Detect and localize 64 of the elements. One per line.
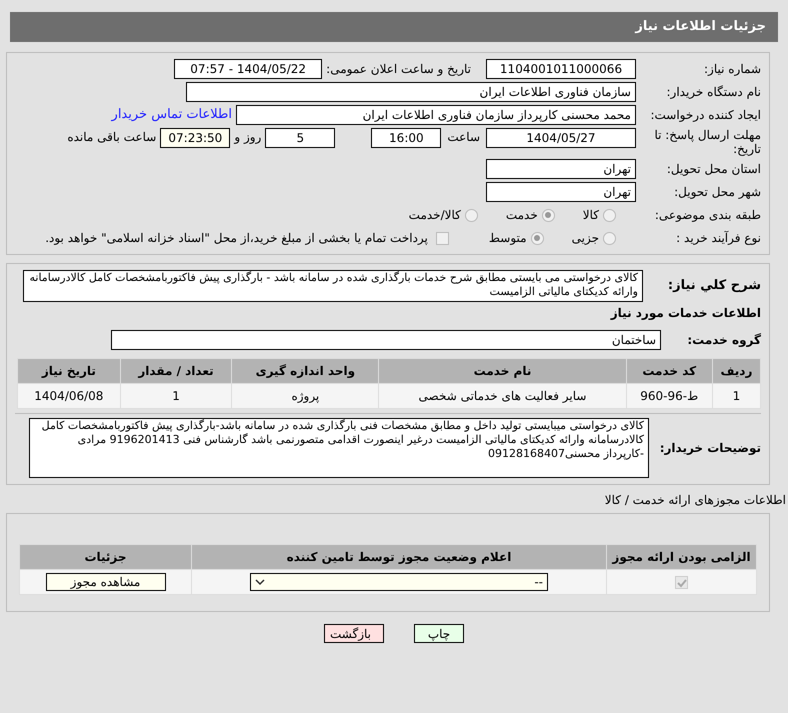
field-label: شهر محل تحویل: [673,184,761,201]
field-label: شماره نیاز: [703,61,761,78]
field-label: کالا/خدمت [408,207,461,224]
radio-button[interactable] [603,232,616,244]
radio-button[interactable] [530,232,544,244]
radio-button[interactable] [542,208,555,222]
radio-button[interactable] [464,208,478,222]
field-label: پرداخت تمام یا بخشی از مبلغ خرید،از محل "اسناد خزانه اسلامی" خواهد بود. [45,230,428,247]
field-label: شرح کلي نیاز: [666,277,761,296]
field-label: ایجاد کننده درخواست: [649,107,761,124]
table-cell: پروژه [232,384,379,408]
table-cell: سایر فعالیت های خدماتی شخصی [378,384,626,408]
field-label: توضیحات خریدار: [658,440,761,457]
table-cell: ط-96-960 [626,384,712,408]
column-header: ردیف [712,358,760,384]
field-label: روز و [234,129,262,146]
column-header: اعلام وضعیت مجوز توسط تامین کننده [192,544,606,570]
city-field: تهران [486,182,636,202]
field-label: گروه خدمت: [686,332,761,349]
column-header: کد خدمت [626,358,712,384]
buyer-org-field: سازمان فناوری اطلاعات ایران [186,82,636,102]
field-label: کالا [582,207,599,224]
days-field: 5 [265,128,336,148]
view-permit-button[interactable]: مشاهده مجوز [46,573,166,591]
remaining-time-field: 07:23:50 [160,128,230,148]
table-cell: 1 [120,384,232,408]
announce-date-field: 1404/05/22 - 07:57 [174,59,322,79]
need-number-field: 1104001011000066 [486,59,636,79]
back-button[interactable]: بازگشت [324,624,384,643]
field-label: مهلت ارسال پاسخ: تا تاریخ: [653,128,761,156]
field-label: استان محل تحویل: [666,161,761,178]
field-label: تاریخ و ساعت اعلان عمومی: [326,61,471,78]
chevron-down-icon [255,578,265,586]
field-label: نام دستگاه خریدار: [666,84,761,101]
print-button[interactable]: چاپ [414,624,464,643]
column-header: واحد اندازه گیری [232,358,379,384]
field-label: ساعت باقی مانده [67,129,156,146]
column-header: نام خدمت [378,358,626,384]
buyer-contact-link[interactable]: اطلاعات تماس خریدار [112,105,232,125]
payment-checkbox[interactable] [436,232,449,244]
column-header: الزامی بودن ارائه مجوز [606,544,756,570]
page-header: جزئیات اطلاعات نیاز [10,12,778,42]
table-cell: 1 [712,384,760,408]
section-title: اطلاعات خدمات مورد نیاز [609,305,761,322]
service-group-field: ساختمان [111,330,661,350]
deadline-time-field: 16:00 [371,128,442,148]
table-cell: 1404/06/08 [18,384,120,408]
radio-button[interactable] [603,208,616,222]
field-label: ساعت [447,129,480,146]
field-label: طبقه بندی موضوعی: [654,207,761,224]
field-label: خدمت [506,207,538,224]
section-title: اطلاعات مجوزهای ارائه خدمت / کالا [604,492,787,509]
column-header: جزئیات [20,544,192,570]
deadline-date-field: 1404/05/27 [486,128,636,148]
requester-field: محمد محسنی کارپرداز سازمان فناوری اطلاعات ایران [236,105,636,125]
column-header: تعداد / مقدار [120,358,232,384]
summary-textarea[interactable]: کالای درخواستی می بایستی مطابق شرح خدمات بارگذاری شده در سامانه باشد - بارگذاری پیش فاکتوربامشخصات کامل کالادرسامانه وارائه کدیکتای مالیاتی الزامیست [23,270,643,302]
field-label: نوع فرآیند خرید : [675,230,761,247]
column-header: تاریخ نیاز [18,358,120,384]
field-label: جزیی [572,230,599,247]
province-field: تهران [486,159,636,179]
status-dropdown[interactable]: -- [250,573,548,591]
buyer-notes-textarea[interactable]: کالای درخواستی میبایستی تولید داخل و مطابق مشخصات فنی بارگذاری شده در سامانه باشد-بارگذاری پیش فاکتوربامشخصات کامل کالادرسامانه وارائه کدیکتای مالیاتی الزامیست درغیر اینصورت اقدامی متصورنمی باشد گارشناس فنی 9196201413 مرادی -کارپرداز محسنی09128168407 [29,418,649,478]
field-label: متوسط [488,230,527,247]
